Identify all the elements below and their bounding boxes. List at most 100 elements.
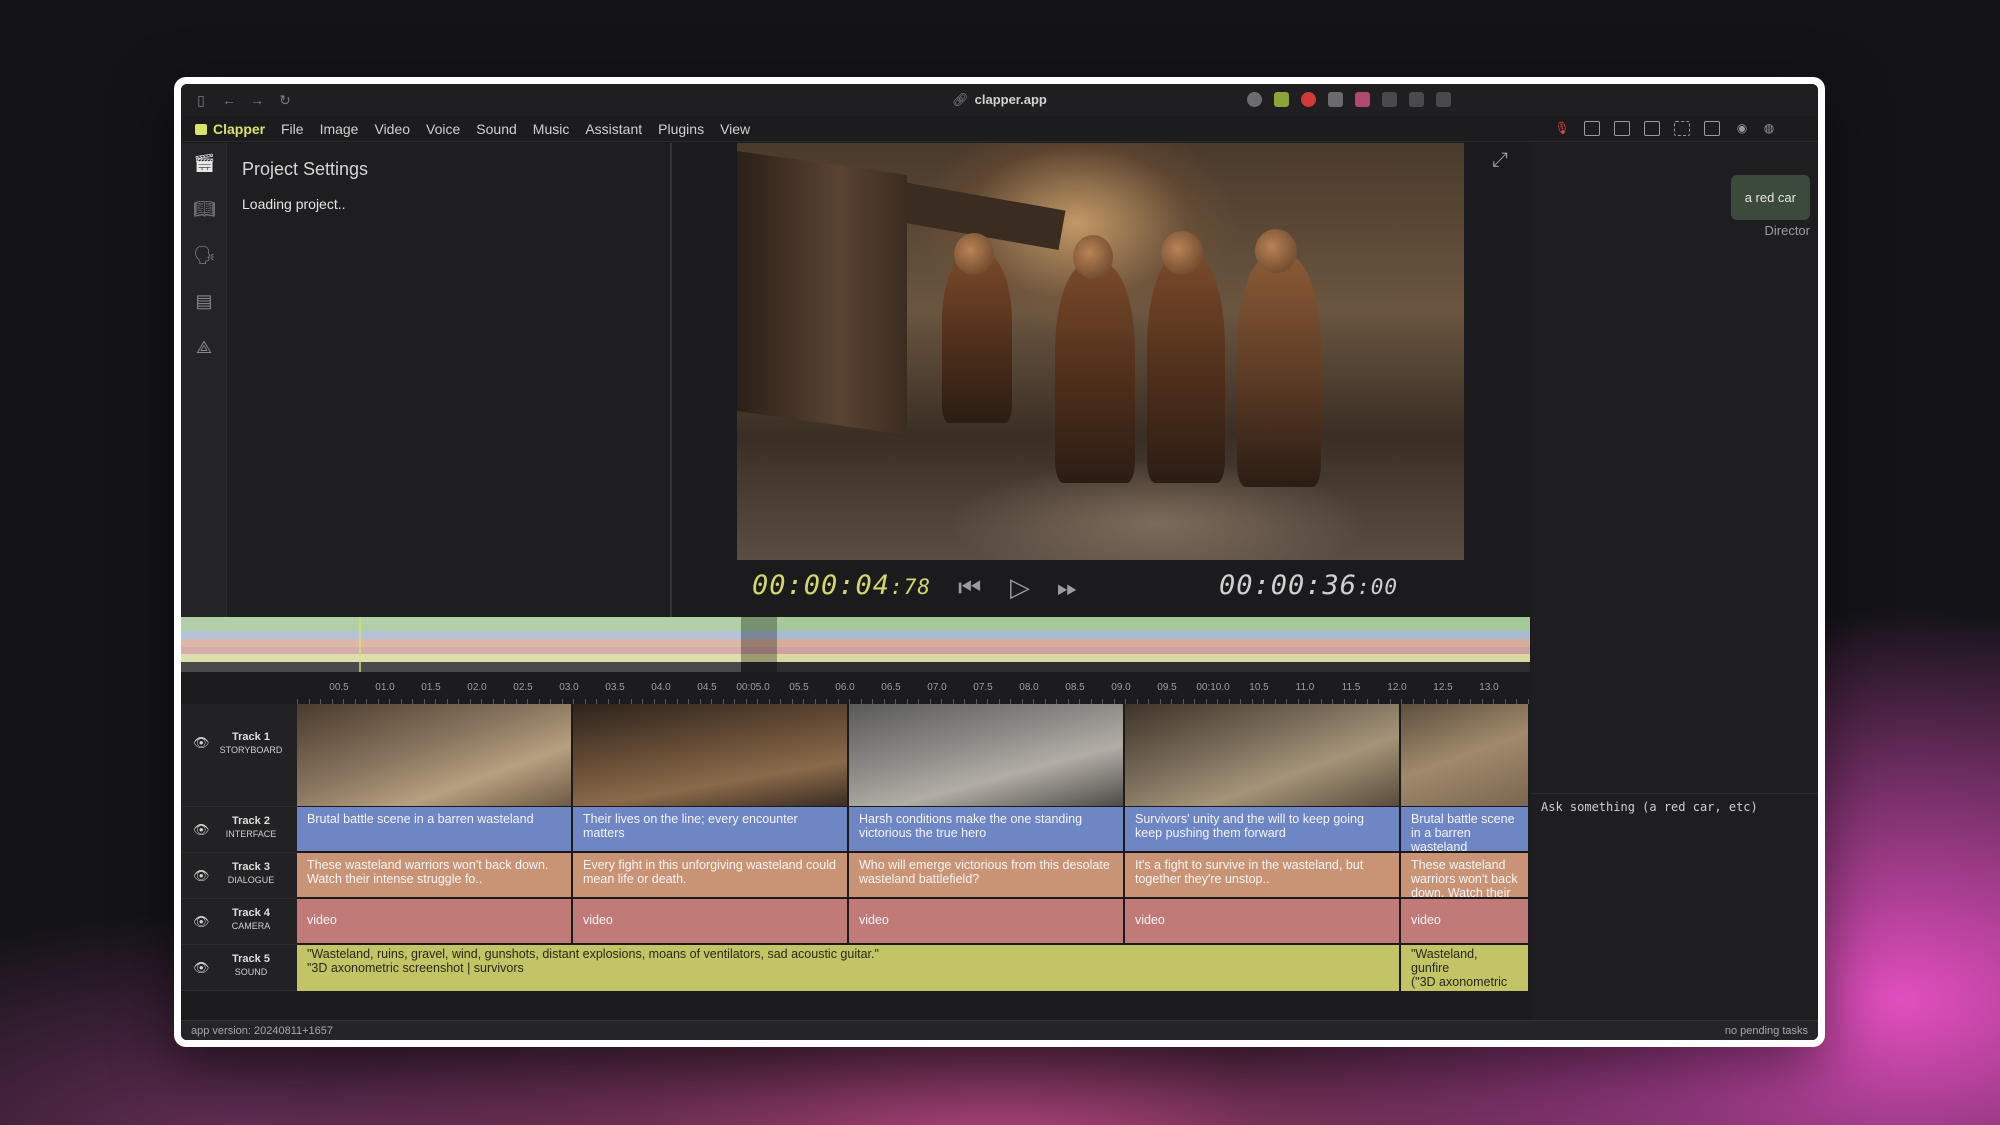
play-icon[interactable]: ▷ — [1010, 572, 1030, 603]
assistant-input[interactable]: Ask something (a red car, etc) — [1531, 793, 1818, 819]
layout-right-icon[interactable] — [1644, 121, 1660, 136]
overview-viewport[interactable] — [181, 617, 741, 672]
ruler-tick-label: 07.0 — [927, 682, 947, 693]
storyboard-clip[interactable] — [1401, 704, 1530, 806]
camera-clip[interactable]: video — [297, 899, 573, 943]
address-bar[interactable]: 🔗︎ clapper.app — [181, 92, 1818, 108]
storyboard-clip[interactable] — [297, 704, 573, 806]
ruler-tick-label: 03.0 — [559, 682, 579, 693]
interface-clip[interactable]: Harsh conditions make the one standing v… — [849, 807, 1125, 851]
workflow-icon[interactable]: ⟁ — [193, 336, 215, 358]
extension-pink-icon[interactable] — [1355, 92, 1370, 107]
menu-plugins[interactable]: Plugins — [658, 121, 704, 137]
camera-clip[interactable]: video — [1401, 899, 1530, 943]
menu-image[interactable]: Image — [320, 121, 359, 137]
pending-tasks: no pending tasks — [1724, 1025, 1808, 1037]
ruler-tick-label: 11.0 — [1295, 682, 1315, 693]
eye-icon[interactable]: 👁︎ — [193, 914, 210, 930]
menu-video[interactable]: Video — [374, 121, 410, 137]
link-icon: 🔗︎ — [952, 92, 969, 107]
skip-back-icon[interactable]: ⏮︎ — [958, 572, 981, 604]
sound-clip[interactable]: "Wasteland, ruins, gravel, wind, gunshot… — [297, 945, 1401, 991]
ruler-tick-label: 11.5 — [1341, 682, 1361, 693]
book-icon[interactable]: 📖︎ — [193, 198, 216, 220]
storyboard-clip[interactable] — [849, 704, 1125, 806]
app-brand[interactable]: Clapper — [195, 121, 265, 137]
track-header-2[interactable]: 👁︎ Track 2 INTERFACE — [181, 807, 297, 853]
interface-clip[interactable]: Their lives on the line; every encounter… — [573, 807, 849, 851]
fast-forward-icon[interactable]: ⏩︎ — [1057, 572, 1078, 604]
clapperboard-icon[interactable]: 🎬︎ — [193, 152, 216, 174]
eye-icon[interactable]: 👁︎ — [193, 868, 210, 884]
eye-icon[interactable]: 👁︎ — [193, 822, 210, 838]
window-icon[interactable] — [1704, 121, 1720, 136]
overview-playhead[interactable] — [741, 617, 777, 672]
split-view-icon[interactable] — [1436, 92, 1451, 107]
chat-message: a red car — [1730, 175, 1810, 220]
mic-muted-icon[interactable]: 🎙︎ — [1554, 121, 1570, 136]
eye-icon[interactable]: 👁︎ — [193, 735, 210, 751]
ruler-tick-label: 00:05.0 — [736, 682, 770, 693]
github-icon[interactable]: ◍ — [1761, 121, 1777, 136]
fullscreen-icon[interactable] — [1674, 121, 1690, 136]
timeline-tracks: 👁︎ Track 1 STORYBOARD 👁︎ Track 2 INTERFA… — [181, 704, 1530, 1040]
menu-assistant[interactable]: Assistant — [585, 121, 642, 137]
ruler-tick-label: 13.0 — [1479, 682, 1499, 693]
loading-status: Loading project.. — [242, 196, 346, 212]
dialogue-clip[interactable]: These wasteland warriors won't back down… — [1401, 853, 1530, 897]
extension-r-icon[interactable] — [1274, 92, 1289, 107]
menu-voice[interactable]: Voice — [426, 121, 460, 137]
storyboard-clip[interactable] — [573, 704, 849, 806]
ruler-tick-label: 08.0 — [1019, 682, 1039, 693]
chat-icon[interactable] — [1382, 92, 1397, 107]
ruler-tick-label: 04.5 — [697, 682, 717, 693]
status-bar: app version: 20240811+1657 no pending ta… — [181, 1020, 1818, 1040]
person-speech-icon[interactable]: 🗣︎ — [193, 244, 216, 266]
menu-bar: Clapper File Image Video Voice Sound Mus… — [181, 116, 1818, 142]
camera-clip[interactable]: video — [1125, 899, 1401, 943]
track-header-5[interactable]: 👁︎ Track 5 SOUND — [181, 945, 297, 991]
ruler-tick-label: 09.0 — [1111, 682, 1131, 693]
dialogue-clip[interactable]: Who will emerge victorious from this des… — [849, 853, 1125, 897]
assistant-panel: a red car Director Ask something (a red … — [1531, 143, 1818, 1040]
ruler-tick-label: 08.5 — [1065, 682, 1085, 693]
menu-music[interactable]: Music — [533, 121, 570, 137]
menu-sound[interactable]: Sound — [476, 121, 516, 137]
ruler-tick-label: 06.5 — [881, 682, 901, 693]
interface-clip[interactable]: Brutal battle scene in a barren wastelan… — [297, 807, 573, 851]
eye-icon[interactable]: 👁︎ — [193, 960, 210, 976]
menu-view[interactable]: View — [720, 121, 750, 137]
chat-author: Director — [1764, 223, 1810, 238]
ruler-tick-label: 12.0 — [1387, 682, 1407, 693]
extension-red-icon[interactable] — [1301, 92, 1316, 107]
app-name: Clapper — [213, 121, 266, 137]
interface-clip[interactable]: Survivors' unity and the will to keep go… — [1125, 807, 1401, 851]
expand-icon[interactable]: ⤢ — [1492, 149, 1508, 172]
dialogue-clip[interactable]: It's a fight to survive in the wasteland… — [1125, 853, 1401, 897]
clapper-logo-icon — [195, 124, 207, 135]
app-window: ▯ ← → ↻ 🔗︎ clapper.app Clapper File Image… — [174, 77, 1825, 1047]
discord-icon[interactable]: ◉ — [1734, 121, 1750, 136]
track-header-4[interactable]: 👁︎ Track 4 CAMERA — [181, 899, 297, 945]
storyboard-clip[interactable] — [1125, 704, 1401, 806]
camera-clip[interactable]: video — [573, 899, 849, 943]
layout-pip-icon[interactable] — [1614, 121, 1630, 136]
menu-file[interactable]: File — [281, 121, 304, 137]
camera-clip[interactable]: video — [849, 899, 1125, 943]
url-text: clapper.app — [974, 92, 1047, 107]
script-icon[interactable]: ▤ — [193, 290, 215, 312]
extension-globe-icon[interactable] — [1247, 92, 1262, 107]
interface-clip[interactable]: Brutal battle scene in a barren wastelan… — [1401, 807, 1530, 851]
extension-chart-icon[interactable] — [1328, 92, 1343, 107]
dialogue-clip[interactable]: These wasteland warriors won't back down… — [297, 853, 573, 897]
timeline-overview[interactable] — [181, 617, 1530, 672]
timeline-ruler[interactable]: 00.5 01.0 01.5 02.0 02.5 03.0 03.5 04.0 04.5 00:0… — [181, 672, 1530, 704]
ruler-tick-label: 00:10.0 — [1196, 682, 1230, 693]
sound-clip[interactable]: "Wasteland, gunfire ("3D axonometric sc — [1401, 945, 1530, 991]
notes-icon[interactable] — [1409, 92, 1424, 107]
track-header-1[interactable]: 👁︎ Track 1 STORYBOARD — [181, 704, 297, 807]
layout-left-icon[interactable] — [1584, 121, 1600, 136]
dialogue-clip[interactable]: Every fight in this unforgiving wastelan… — [573, 853, 849, 897]
track-header-3[interactable]: 👁︎ Track 3 DIALOGUE — [181, 853, 297, 899]
ruler-tick-label: 06.0 — [835, 682, 855, 693]
